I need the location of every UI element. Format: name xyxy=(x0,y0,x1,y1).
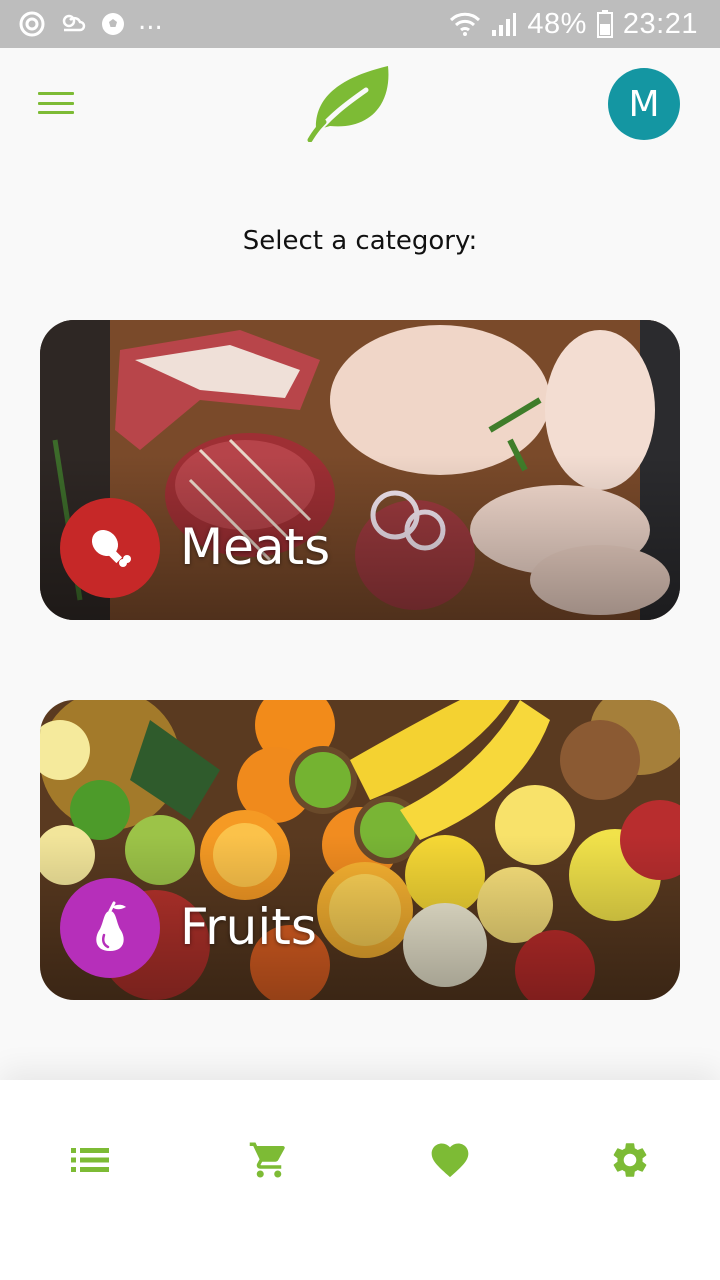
list-icon xyxy=(71,1148,109,1172)
signal-icon xyxy=(492,13,517,36)
nav-list-button[interactable] xyxy=(68,1138,112,1182)
category-label-meats: Meats xyxy=(180,518,331,576)
category-label-fruits: Fruits xyxy=(180,898,317,956)
user-avatar[interactable]: M xyxy=(608,68,680,140)
menu-button[interactable] xyxy=(36,88,76,118)
heart-icon xyxy=(431,1143,469,1178)
page-prompt: Select a category: xyxy=(242,226,478,256)
sync-icon xyxy=(19,11,45,37)
drumstick-icon xyxy=(91,529,131,567)
meats-icon-badge xyxy=(60,498,160,598)
more-notifications: ... xyxy=(138,6,163,36)
wifi-icon xyxy=(450,12,481,36)
leaf-logo-icon xyxy=(307,66,389,142)
app-bar: M xyxy=(0,48,720,160)
hamburger-icon-line xyxy=(38,92,74,95)
fruits-icon-badge xyxy=(60,878,160,978)
pear-icon xyxy=(96,901,126,951)
hamburger-icon-line xyxy=(38,101,74,105)
nav-settings-button[interactable] xyxy=(608,1138,652,1182)
category-card-meats[interactable]: Meats xyxy=(40,320,680,620)
nav-cart-button[interactable] xyxy=(247,1138,291,1182)
hamburger-icon-line xyxy=(38,111,74,114)
category-card-fruits[interactable]: Fruits xyxy=(40,700,680,1000)
status-system: 48% 23:21 xyxy=(449,8,698,41)
status-notifications: ... xyxy=(18,6,163,38)
status-bar: ... 48% 23:21 xyxy=(0,0,720,48)
battery-icon xyxy=(596,10,613,38)
nav-favorites-button[interactable] xyxy=(428,1138,472,1182)
gear-icon xyxy=(613,1143,647,1177)
clock: 23:21 xyxy=(622,7,698,40)
cart-icon xyxy=(249,1142,285,1178)
soccer-ball-icon xyxy=(102,13,124,35)
battery-percent: 48% xyxy=(527,7,587,40)
weather-icon xyxy=(62,14,86,32)
bottom-navigation xyxy=(0,1080,720,1280)
